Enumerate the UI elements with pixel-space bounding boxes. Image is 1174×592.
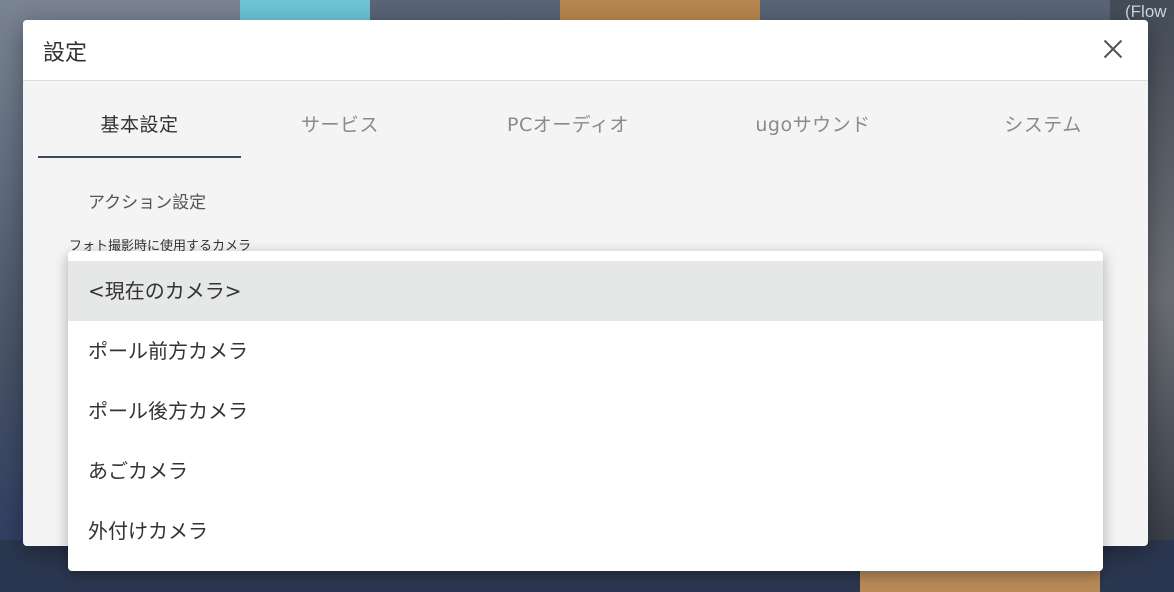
section-title: アクション設定: [88, 193, 207, 213]
tab-pc-audio[interactable]: PCオーディオ: [478, 102, 658, 156]
close-icon[interactable]: [1100, 36, 1126, 62]
background-corner-text: (Flow: [1125, 2, 1167, 21]
option-pole-front-camera[interactable]: ポール前方カメラ: [68, 321, 1103, 381]
option-chin-camera[interactable]: あごカメラ: [68, 441, 1103, 501]
camera-select-menu[interactable]: <現在のカメラ> ポール前方カメラ ポール後方カメラ あごカメラ 外付けカメラ: [68, 251, 1103, 571]
tab-ugo-sound[interactable]: ugoサウンド: [728, 102, 898, 156]
tab-basic-settings[interactable]: 基本設定: [38, 102, 241, 158]
tab-system[interactable]: システム: [978, 102, 1108, 156]
settings-tabs: 基本設定 サービス PCオーディオ ugoサウンド システム: [38, 102, 1118, 158]
dialog-title: 設定: [43, 41, 88, 66]
option-pole-rear-camera[interactable]: ポール後方カメラ: [68, 381, 1103, 441]
tab-services[interactable]: サービス: [255, 102, 425, 156]
option-current-camera[interactable]: <現在のカメラ>: [68, 261, 1103, 321]
dialog-header: 設定: [23, 20, 1148, 81]
option-external-camera[interactable]: 外付けカメラ: [68, 501, 1103, 561]
